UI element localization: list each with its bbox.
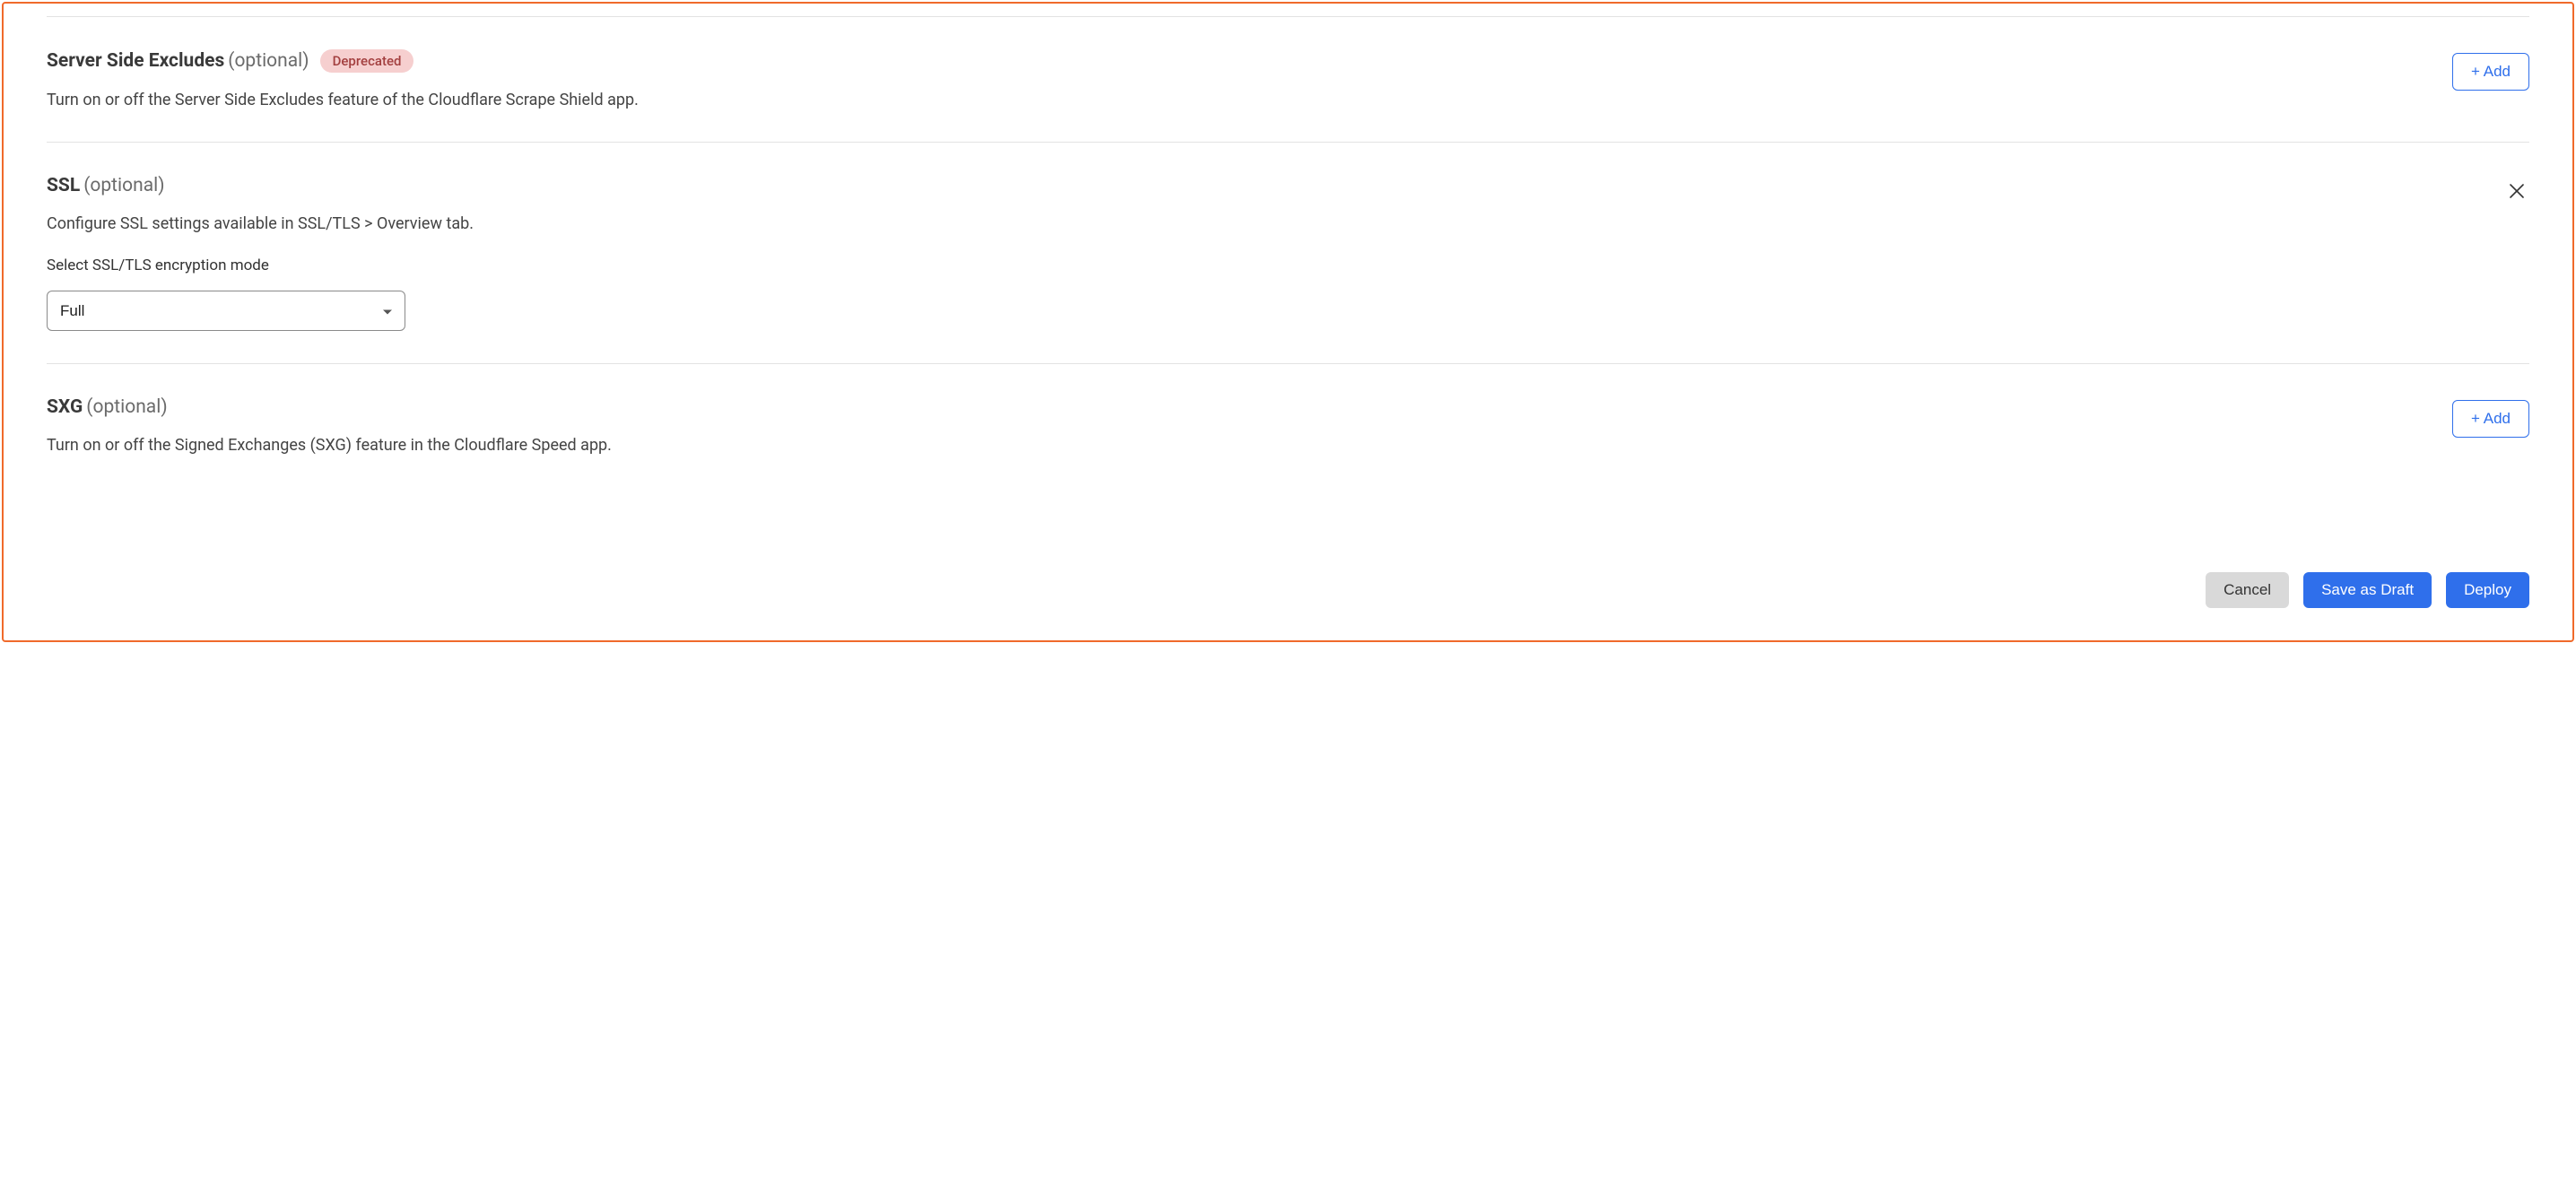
section-title: SSL	[47, 175, 80, 196]
add-button[interactable]: + Add	[2452, 53, 2529, 91]
add-button[interactable]: + Add	[2452, 400, 2529, 438]
deprecated-badge: Deprecated	[320, 49, 414, 73]
optional-label: (optional)	[83, 175, 164, 196]
section-description: Turn on or off the Server Side Excludes …	[47, 91, 2431, 109]
close-icon	[2508, 189, 2526, 203]
section-title: SXG	[47, 396, 83, 418]
field-label: Select SSL/TLS encryption mode	[47, 256, 2483, 274]
section-title-row: SSL (optional)	[47, 175, 2483, 196]
section-action: + Add	[2452, 49, 2529, 91]
section-content: SSL (optional) Configure SSL settings av…	[47, 175, 2483, 331]
footer-actions: Cancel Save as Draft Deploy	[47, 547, 2529, 608]
optional-label: (optional)	[86, 396, 167, 418]
section-description: Configure SSL settings available in SSL/…	[47, 214, 2483, 233]
section-content: Server Side Excludes (optional) Deprecat…	[47, 49, 2431, 109]
select-wrapper: Full	[47, 291, 405, 331]
section-action	[2504, 175, 2529, 206]
section-ssl: SSL (optional) Configure SSL settings av…	[47, 143, 2529, 363]
section-server-side-excludes: Server Side Excludes (optional) Deprecat…	[47, 17, 2529, 142]
settings-panel: Server Side Excludes (optional) Deprecat…	[2, 2, 2574, 642]
cancel-button[interactable]: Cancel	[2206, 572, 2289, 608]
section-title-row: Server Side Excludes (optional) Deprecat…	[47, 49, 2431, 73]
deploy-button[interactable]: Deploy	[2446, 572, 2529, 608]
remove-button[interactable]	[2504, 178, 2529, 206]
save-draft-button[interactable]: Save as Draft	[2303, 572, 2432, 608]
section-title: Server Side Excludes	[47, 50, 224, 72]
optional-label: (optional)	[228, 50, 309, 72]
section-action: + Add	[2452, 396, 2529, 438]
section-sxg: SXG (optional) Turn on or off the Signed…	[47, 364, 2529, 487]
section-description: Turn on or off the Signed Exchanges (SXG…	[47, 436, 2431, 455]
ssl-mode-select[interactable]: Full	[47, 291, 405, 331]
section-title-row: SXG (optional)	[47, 396, 2431, 418]
section-content: SXG (optional) Turn on or off the Signed…	[47, 396, 2431, 455]
